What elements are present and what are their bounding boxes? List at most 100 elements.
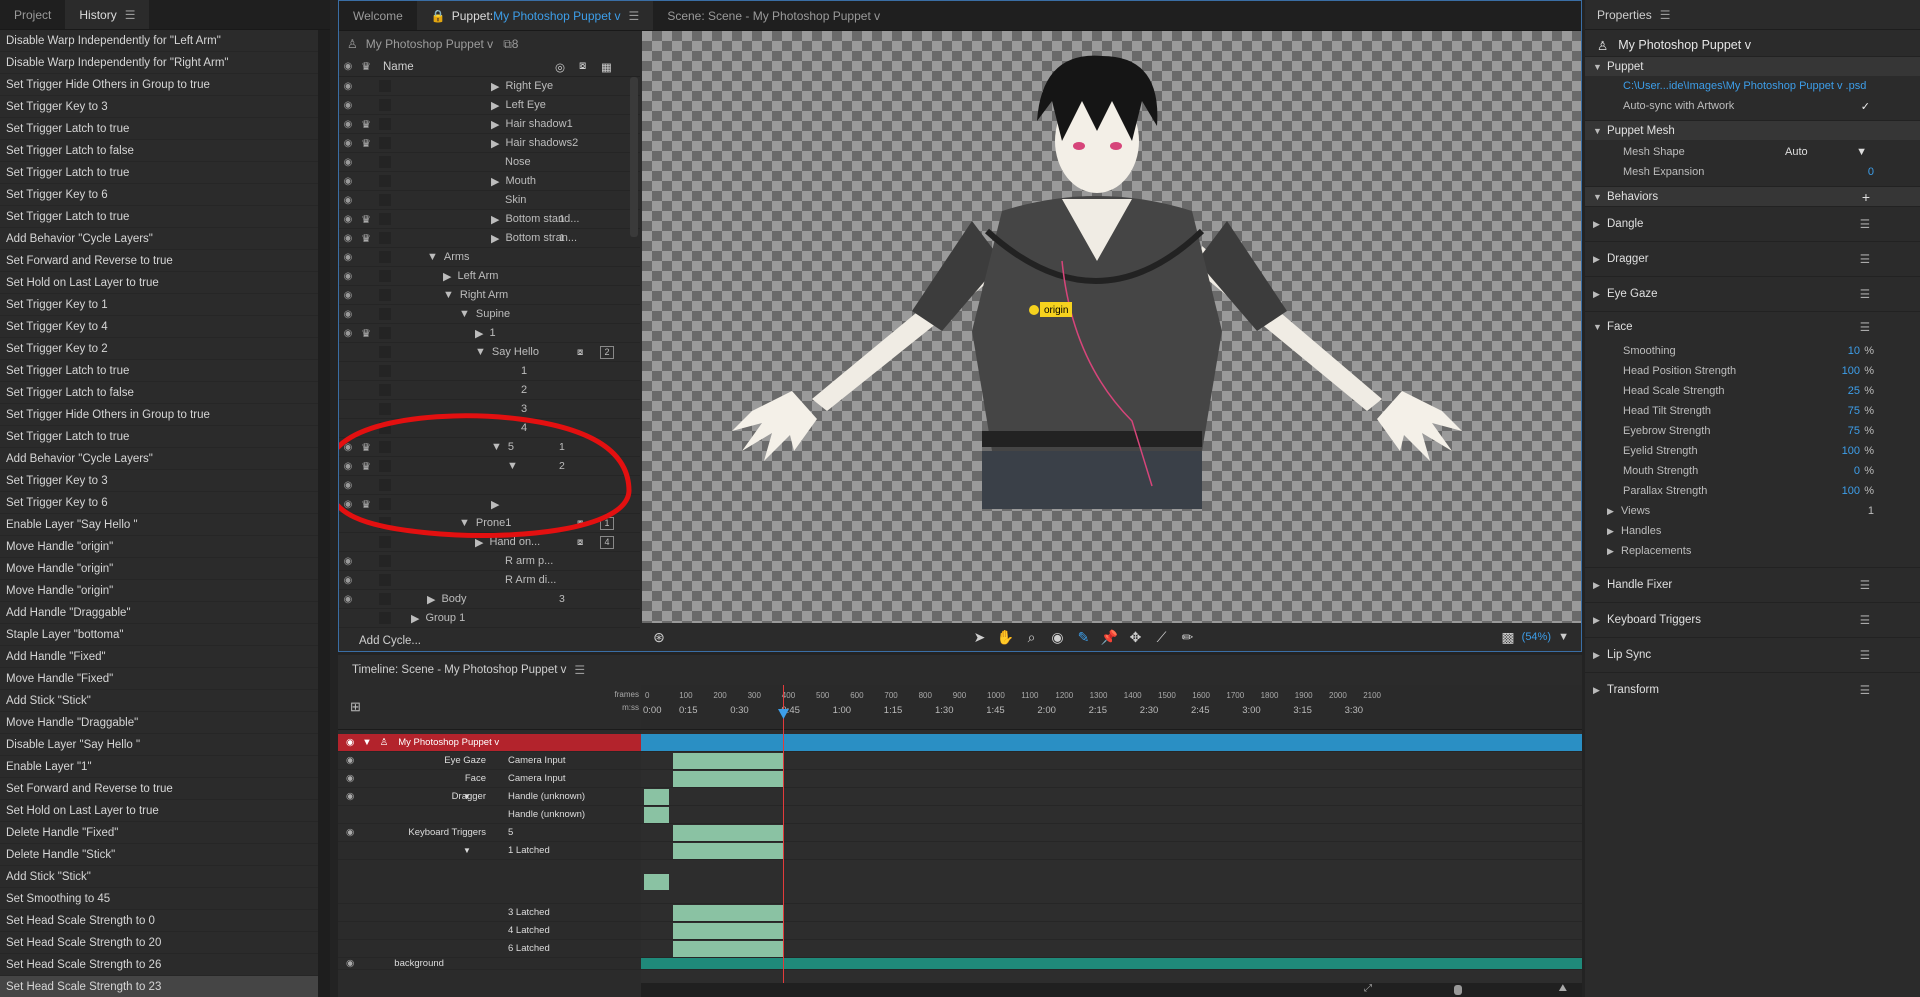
timeline-clip[interactable] bbox=[673, 842, 783, 859]
history-item[interactable]: Set Trigger Key to 4 bbox=[0, 316, 318, 338]
timeline-row[interactable] bbox=[338, 860, 641, 904]
timeline-clip[interactable] bbox=[644, 788, 669, 805]
tree-row[interactable]: ◉ ▶ Right Eye bbox=[339, 77, 640, 96]
history-item[interactable]: Set Trigger Latch to true bbox=[0, 206, 318, 228]
behavior-menu-icon[interactable]: ☰ bbox=[1860, 648, 1870, 662]
playhead[interactable] bbox=[783, 685, 784, 997]
collapsed-triangle-icon[interactable]: ▶ bbox=[491, 213, 499, 226]
collapsed-triangle-icon[interactable]: ▶ bbox=[411, 612, 419, 625]
face-param-value[interactable]: 75 bbox=[1848, 425, 1860, 437]
history-item[interactable]: Set Trigger Hide Others in Group to true bbox=[0, 404, 318, 426]
reset-camera-icon[interactable]: ⊛ bbox=[646, 629, 672, 646]
visibility-icon[interactable]: ◉ bbox=[339, 214, 357, 225]
timeline-row[interactable]: ◉ Face Camera Input bbox=[338, 770, 641, 788]
history-item[interactable]: Set Trigger Key to 1 bbox=[0, 294, 318, 316]
visibility-icon[interactable]: ◉ bbox=[346, 827, 354, 838]
handles-row[interactable]: ▶ Handles bbox=[1585, 521, 1920, 541]
visibility-icon[interactable]: ◉ bbox=[339, 556, 357, 567]
timeline-clip[interactable] bbox=[673, 940, 783, 957]
history-item[interactable]: Enable Layer "Say Hello " bbox=[0, 514, 318, 536]
behavior-row[interactable]: ▶ Lip Sync ☰ bbox=[1585, 637, 1920, 672]
expand-triangle-icon[interactable]: ▼ bbox=[463, 792, 471, 801]
visibility-icon[interactable]: ◉ bbox=[339, 271, 357, 282]
section-puppet-mesh[interactable]: ▼ Puppet Mesh bbox=[1585, 120, 1920, 140]
panel-menu-icon[interactable]: ☰ bbox=[1660, 8, 1671, 22]
history-item[interactable]: Delete Handle "Fixed" bbox=[0, 822, 318, 844]
dragger-tool-icon[interactable]: ✎ bbox=[1071, 629, 1097, 646]
visibility-icon[interactable]: ◉ bbox=[339, 594, 357, 605]
behavior-row[interactable]: ▶ Keyboard Triggers ☰ bbox=[1585, 602, 1920, 637]
collapsed-triangle-icon[interactable]: ▶ bbox=[491, 99, 499, 112]
visibility-icon[interactable]: ◉ bbox=[346, 755, 354, 766]
behavior-face[interactable]: ▼ Face ☰ bbox=[1585, 311, 1920, 341]
history-item[interactable]: Set Hold on Last Layer to true bbox=[0, 800, 318, 822]
visibility-icon[interactable]: ◉ bbox=[346, 773, 354, 784]
origin-handle-icon[interactable] bbox=[1029, 305, 1039, 315]
panel-menu-icon[interactable]: ☰ bbox=[629, 9, 640, 23]
expanded-triangle-icon[interactable]: ▼ bbox=[475, 346, 486, 358]
collapsed-triangle-icon[interactable]: ▶ bbox=[491, 118, 499, 131]
timeline-row[interactable]: 3 Latched bbox=[338, 904, 641, 922]
history-item[interactable]: Set Forward and Reverse to true bbox=[0, 778, 318, 800]
history-item[interactable]: Set Trigger Key to 6 bbox=[0, 492, 318, 514]
history-item[interactable]: Add Stick "Stick" bbox=[0, 866, 318, 888]
replacements-row[interactable]: ▶ Replacements bbox=[1585, 541, 1920, 561]
timeline-row[interactable]: ◉ Dragger Handle (unknown) ▼ bbox=[338, 788, 641, 806]
visibility-icon[interactable]: ◉ bbox=[339, 233, 357, 244]
face-param-value[interactable]: 0 bbox=[1854, 465, 1860, 477]
pen-tool-icon[interactable]: ✏ bbox=[1175, 629, 1201, 646]
tree-row[interactable]: ◉ ▶ Left Arm bbox=[339, 267, 640, 286]
history-item[interactable]: Set Trigger Key to 6 bbox=[0, 184, 318, 206]
history-item[interactable]: Move Handle "Fixed" bbox=[0, 668, 318, 690]
tree-row[interactable]: ◉ ▶ Body 3 bbox=[339, 590, 640, 609]
timeline-row[interactable]: 1 Latched ▼ bbox=[338, 842, 641, 860]
face-param-value[interactable]: 25 bbox=[1848, 385, 1860, 397]
visibility-icon[interactable]: ◉ bbox=[339, 309, 357, 320]
visibility-icon[interactable]: ◉ bbox=[339, 157, 357, 168]
collapsed-triangle-icon[interactable]: ▶ bbox=[475, 327, 483, 340]
timeline-background-row[interactable]: ◉ background bbox=[338, 958, 641, 970]
panel-menu-icon[interactable]: ☰ bbox=[574, 663, 585, 677]
face-param-value[interactable]: 100 bbox=[1842, 485, 1860, 497]
autosync-checkbox[interactable]: ✓ bbox=[1861, 100, 1870, 113]
mesh-expansion-value[interactable]: 0 bbox=[1868, 166, 1874, 178]
history-item[interactable]: Delete Handle "Stick" bbox=[0, 844, 318, 866]
history-item[interactable]: Move Handle "origin" bbox=[0, 580, 318, 602]
visibility-icon[interactable]: ◉ bbox=[346, 737, 354, 748]
puppet-canvas[interactable]: origin bbox=[642, 31, 1581, 623]
history-item[interactable]: Set Head Scale Strength to 0 bbox=[0, 910, 318, 932]
zoom-level[interactable]: (54%) bbox=[1522, 631, 1551, 643]
history-item[interactable]: Add Handle "Fixed" bbox=[0, 646, 318, 668]
history-item[interactable]: Disable Warp Independently for "Left Arm… bbox=[0, 30, 318, 52]
checkerboard-toggle-icon[interactable]: ▩ bbox=[1495, 629, 1521, 646]
tab-welcome[interactable]: Welcome bbox=[339, 1, 417, 30]
visibility-icon[interactable]: ◉ bbox=[339, 138, 357, 149]
crown-icon[interactable]: ♛ bbox=[357, 137, 375, 150]
timeline-clip[interactable] bbox=[673, 752, 783, 769]
select-tool-icon[interactable]: ➤ bbox=[967, 629, 993, 646]
tree-row[interactable]: ◉ ▶ Left Eye bbox=[339, 96, 640, 115]
tree-row[interactable]: ◉ R arm p... bbox=[339, 552, 640, 571]
history-item[interactable]: Set Trigger Key to 2 bbox=[0, 338, 318, 360]
timeline-clip[interactable] bbox=[673, 904, 783, 921]
mesh-shape-dropdown[interactable]: Auto ▼ bbox=[1785, 146, 1867, 158]
tab-scene[interactable]: Scene: Scene - My Photoshop Puppet v bbox=[653, 1, 894, 30]
section-behaviors[interactable]: ▼ Behaviors + bbox=[1585, 186, 1920, 206]
expanded-triangle-icon[interactable]: ▼ bbox=[427, 251, 438, 263]
history-item[interactable]: Disable Warp Independently for "Right Ar… bbox=[0, 52, 318, 74]
tree-row[interactable]: ◉ ▼ Supine bbox=[339, 305, 640, 324]
timeline-row[interactable]: ◉ Keyboard Triggers 5 bbox=[338, 824, 641, 842]
timeline-row[interactable]: Handle (unknown) bbox=[338, 806, 641, 824]
face-param-value[interactable]: 75 bbox=[1848, 405, 1860, 417]
behavior-menu-icon[interactable]: ☰ bbox=[1860, 252, 1870, 266]
history-item[interactable]: Set Trigger Key to 3 bbox=[0, 96, 318, 118]
history-item[interactable]: Move Handle "origin" bbox=[0, 536, 318, 558]
tree-scrollbar[interactable] bbox=[630, 77, 638, 237]
zoom-in-icon[interactable]: ⛰ bbox=[1559, 983, 1567, 994]
timeline-scrollbar[interactable]: ⤢ ⛰ bbox=[641, 983, 1582, 997]
history-item[interactable]: Enable Layer "1" bbox=[0, 756, 318, 778]
behavior-row[interactable]: ▶ Transform ☰ bbox=[1585, 672, 1920, 707]
collapsed-triangle-icon[interactable]: ▶ bbox=[491, 175, 499, 188]
history-item[interactable]: Move Handle "Draggable" bbox=[0, 712, 318, 734]
tree-row[interactable]: ◉ ♛ ▶ Hair shadow1 bbox=[339, 115, 640, 134]
